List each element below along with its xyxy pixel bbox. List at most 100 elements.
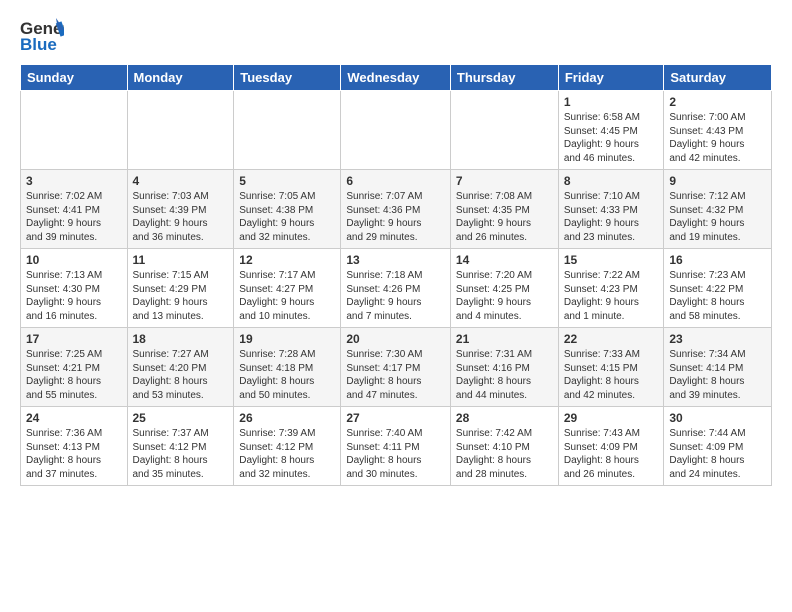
calendar-cell [234, 91, 341, 170]
weekday-header-saturday: Saturday [664, 65, 772, 91]
logo: General Blue [20, 16, 64, 54]
calendar-cell: 13Sunrise: 7:18 AM Sunset: 4:26 PM Dayli… [341, 249, 451, 328]
day-number: 23 [669, 332, 766, 346]
day-info: Sunrise: 7:43 AM Sunset: 4:09 PM Dayligh… [564, 427, 659, 481]
day-info: Sunrise: 7:36 AM Sunset: 4:13 PM Dayligh… [26, 427, 122, 481]
calendar-cell: 2 Sunrise: 7:00 AM Sunset: 4:43 PM Daylig… [664, 91, 772, 170]
day-number: 3 [26, 174, 122, 188]
day-number: 22 [564, 332, 659, 346]
day-info: Sunrise: 7:07 AM Sunset: 4:36 PM Dayligh… [346, 190, 445, 244]
calendar-cell: 26Sunrise: 7:39 AM Sunset: 4:12 PM Dayli… [234, 407, 341, 486]
logo-icon: General Blue [20, 16, 64, 54]
day-number: 19 [239, 332, 335, 346]
day-info: Sunrise: 7:15 AM Sunset: 4:29 PM Dayligh… [133, 269, 229, 323]
calendar-cell: 12 Sunrise: 7:17 AM Sunset: 4:27 PM Dayli… [234, 249, 341, 328]
calendar-cell: 19 Sunrise: 7:28 AM Sunset: 4:18 PM Dayli… [234, 328, 341, 407]
weekday-header-wednesday: Wednesday [341, 65, 451, 91]
calendar-cell: 10 Sunrise: 7:13 AM Sunset: 4:30 PM Dayli… [21, 249, 128, 328]
day-number: 10 [26, 253, 122, 267]
day-info: Sunrise: 7:03 AM Sunset: 4:39 PM Dayligh… [133, 190, 229, 244]
calendar-week-row: 24 Sunrise: 7:36 AM Sunset: 4:13 PM Dayli… [21, 407, 772, 486]
calendar-cell: 21 Sunrise: 7:31 AM Sunset: 4:16 PM Dayli… [450, 328, 558, 407]
day-info: Sunrise: 7:12 AM Sunset: 4:32 PM Dayligh… [669, 190, 766, 244]
day-number: 2 [669, 95, 766, 109]
calendar-cell: 4 Sunrise: 7:03 AM Sunset: 4:39 PM Daylig… [127, 170, 234, 249]
day-number: 27 [346, 411, 445, 425]
day-info: Sunrise: 7:23 AM Sunset: 4:22 PM Dayligh… [669, 269, 766, 323]
day-info: Sunrise: 7:33 AM Sunset: 4:15 PM Dayligh… [564, 348, 659, 402]
day-number: 14 [456, 253, 553, 267]
weekday-header-sunday: Sunday [21, 65, 128, 91]
day-number: 28 [456, 411, 553, 425]
calendar-cell [21, 91, 128, 170]
page: General Blue SundayMondayTuesdayWednesda… [0, 0, 792, 496]
calendar-cell: 8Sunrise: 7:10 AM Sunset: 4:33 PM Daylig… [558, 170, 664, 249]
day-info: Sunrise: 7:08 AM Sunset: 4:35 PM Dayligh… [456, 190, 553, 244]
calendar-body: 1 Sunrise: 6:58 AM Sunset: 4:45 PM Daylig… [21, 91, 772, 486]
calendar-cell [341, 91, 451, 170]
day-number: 1 [564, 95, 659, 109]
day-number: 29 [564, 411, 659, 425]
calendar: SundayMondayTuesdayWednesdayThursdayFrid… [20, 64, 772, 486]
calendar-cell: 18Sunrise: 7:27 AM Sunset: 4:20 PM Dayli… [127, 328, 234, 407]
calendar-week-row: 1 Sunrise: 6:58 AM Sunset: 4:45 PM Daylig… [21, 91, 772, 170]
header: General Blue [20, 16, 772, 54]
day-info: Sunrise: 7:31 AM Sunset: 4:16 PM Dayligh… [456, 348, 553, 402]
calendar-cell: 1 Sunrise: 6:58 AM Sunset: 4:45 PM Daylig… [558, 91, 664, 170]
calendar-header-row: SundayMondayTuesdayWednesdayThursdayFrid… [21, 65, 772, 91]
day-number: 17 [26, 332, 122, 346]
day-info: Sunrise: 7:39 AM Sunset: 4:12 PM Dayligh… [239, 427, 335, 481]
svg-text:Blue: Blue [20, 35, 57, 54]
day-info: Sunrise: 7:34 AM Sunset: 4:14 PM Dayligh… [669, 348, 766, 402]
day-info: Sunrise: 7:00 AM Sunset: 4:43 PM Dayligh… [669, 111, 766, 165]
calendar-cell [127, 91, 234, 170]
day-number: 16 [669, 253, 766, 267]
day-info: Sunrise: 7:02 AM Sunset: 4:41 PM Dayligh… [26, 190, 122, 244]
calendar-week-row: 3 Sunrise: 7:02 AM Sunset: 4:41 PM Daylig… [21, 170, 772, 249]
calendar-cell: 30Sunrise: 7:44 AM Sunset: 4:09 PM Dayli… [664, 407, 772, 486]
day-number: 5 [239, 174, 335, 188]
day-info: Sunrise: 7:42 AM Sunset: 4:10 PM Dayligh… [456, 427, 553, 481]
day-info: Sunrise: 7:22 AM Sunset: 4:23 PM Dayligh… [564, 269, 659, 323]
calendar-cell: 5 Sunrise: 7:05 AM Sunset: 4:38 PM Daylig… [234, 170, 341, 249]
day-info: Sunrise: 7:25 AM Sunset: 4:21 PM Dayligh… [26, 348, 122, 402]
calendar-cell: 23 Sunrise: 7:34 AM Sunset: 4:14 PM Dayli… [664, 328, 772, 407]
day-number: 24 [26, 411, 122, 425]
day-info: Sunrise: 6:58 AM Sunset: 4:45 PM Dayligh… [564, 111, 659, 165]
calendar-cell: 11 Sunrise: 7:15 AM Sunset: 4:29 PM Dayli… [127, 249, 234, 328]
calendar-cell: 6Sunrise: 7:07 AM Sunset: 4:36 PM Daylig… [341, 170, 451, 249]
day-info: Sunrise: 7:10 AM Sunset: 4:33 PM Dayligh… [564, 190, 659, 244]
calendar-cell: 27 Sunrise: 7:40 AM Sunset: 4:11 PM Dayli… [341, 407, 451, 486]
calendar-cell: 28 Sunrise: 7:42 AM Sunset: 4:10 PM Dayli… [450, 407, 558, 486]
day-number: 4 [133, 174, 229, 188]
calendar-cell: 24 Sunrise: 7:36 AM Sunset: 4:13 PM Dayli… [21, 407, 128, 486]
day-info: Sunrise: 7:13 AM Sunset: 4:30 PM Dayligh… [26, 269, 122, 323]
day-number: 25 [133, 411, 229, 425]
day-info: Sunrise: 7:17 AM Sunset: 4:27 PM Dayligh… [239, 269, 335, 323]
calendar-cell: 9Sunrise: 7:12 AM Sunset: 4:32 PM Daylig… [664, 170, 772, 249]
calendar-cell: 16 Sunrise: 7:23 AM Sunset: 4:22 PM Dayli… [664, 249, 772, 328]
day-number: 12 [239, 253, 335, 267]
day-info: Sunrise: 7:44 AM Sunset: 4:09 PM Dayligh… [669, 427, 766, 481]
day-info: Sunrise: 7:28 AM Sunset: 4:18 PM Dayligh… [239, 348, 335, 402]
calendar-cell: 25 Sunrise: 7:37 AM Sunset: 4:12 PM Dayli… [127, 407, 234, 486]
day-info: Sunrise: 7:37 AM Sunset: 4:12 PM Dayligh… [133, 427, 229, 481]
weekday-header-monday: Monday [127, 65, 234, 91]
calendar-cell: 3 Sunrise: 7:02 AM Sunset: 4:41 PM Daylig… [21, 170, 128, 249]
calendar-cell [450, 91, 558, 170]
day-number: 20 [346, 332, 445, 346]
day-info: Sunrise: 7:27 AM Sunset: 4:20 PM Dayligh… [133, 348, 229, 402]
day-info: Sunrise: 7:05 AM Sunset: 4:38 PM Dayligh… [239, 190, 335, 244]
calendar-cell: 14 Sunrise: 7:20 AM Sunset: 4:25 PM Dayli… [450, 249, 558, 328]
day-number: 11 [133, 253, 229, 267]
calendar-cell: 20 Sunrise: 7:30 AM Sunset: 4:17 PM Dayli… [341, 328, 451, 407]
day-info: Sunrise: 7:40 AM Sunset: 4:11 PM Dayligh… [346, 427, 445, 481]
day-info: Sunrise: 7:18 AM Sunset: 4:26 PM Dayligh… [346, 269, 445, 323]
weekday-header-tuesday: Tuesday [234, 65, 341, 91]
calendar-week-row: 10 Sunrise: 7:13 AM Sunset: 4:30 PM Dayli… [21, 249, 772, 328]
day-info: Sunrise: 7:20 AM Sunset: 4:25 PM Dayligh… [456, 269, 553, 323]
calendar-cell: 29 Sunrise: 7:43 AM Sunset: 4:09 PM Dayli… [558, 407, 664, 486]
weekday-header-thursday: Thursday [450, 65, 558, 91]
day-number: 21 [456, 332, 553, 346]
day-info: Sunrise: 7:30 AM Sunset: 4:17 PM Dayligh… [346, 348, 445, 402]
